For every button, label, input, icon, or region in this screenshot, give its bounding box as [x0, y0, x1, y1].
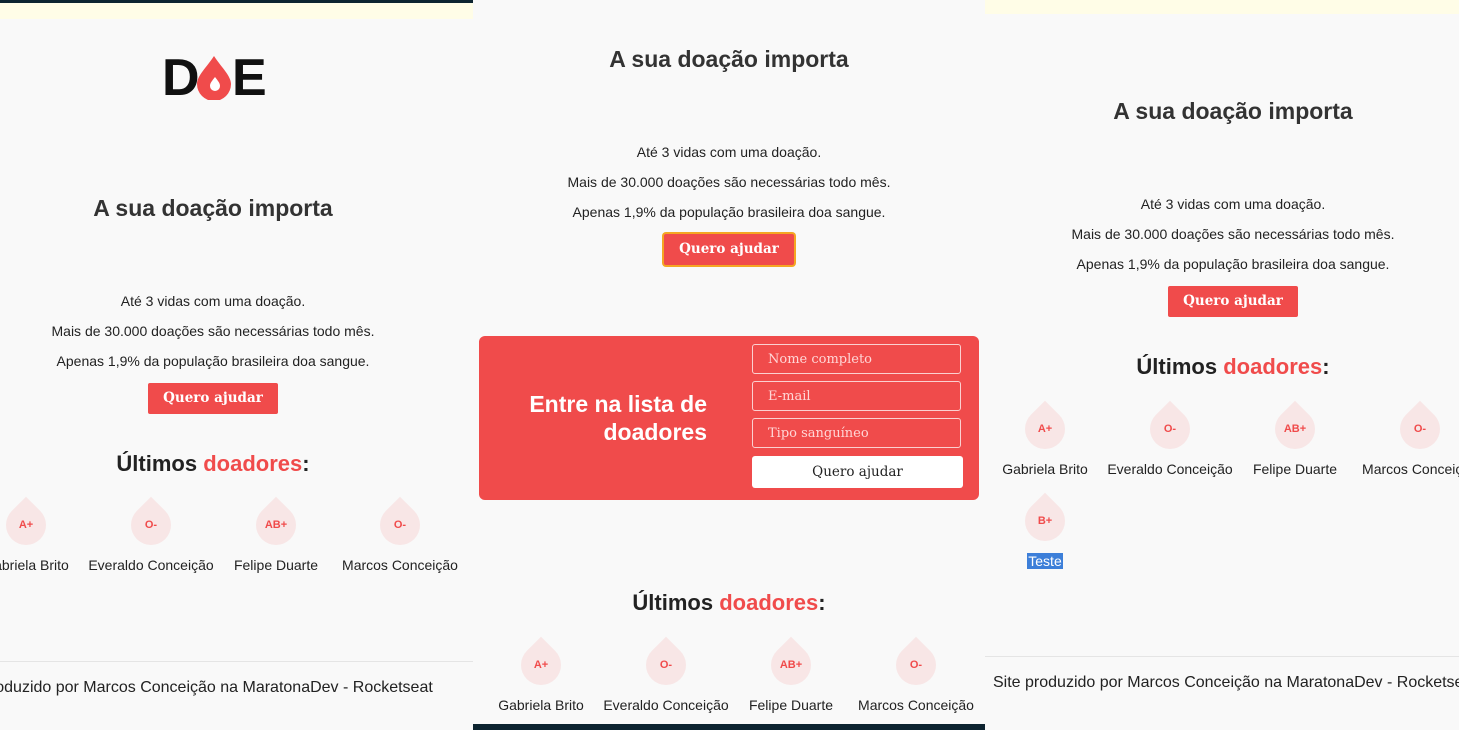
footer-text: Site produzido por Marcos Conceição na M…	[0, 679, 433, 696]
blood-drop-icon: O-	[1141, 400, 1199, 458]
donors-heading: Últimos doadores:	[116, 451, 310, 476]
top-strip	[985, 0, 1459, 14]
top-strip	[0, 3, 473, 19]
hero-line-3: Apenas 1,9% da população brasileira doa …	[1076, 256, 1390, 272]
bottom-bar	[473, 724, 985, 730]
hero-line-2: Mais de 30.000 doações são necessárias t…	[51, 323, 375, 339]
donor-card: O- Marcos Conceição	[851, 636, 981, 713]
blood-drop-icon: AB+	[762, 636, 820, 694]
selected-donor-name: Teste	[1027, 553, 1063, 569]
donor-name: Felipe Duarte	[1252, 461, 1338, 477]
svg-text:E: E	[232, 50, 267, 100]
donor-name: Felipe Duarte	[233, 557, 319, 573]
blood-drop-icon: B+	[1016, 492, 1074, 550]
hero-line-2: Mais de 30.000 doações são necessárias t…	[567, 174, 891, 190]
donors-heading: Últimos doadores:	[1136, 354, 1330, 379]
blood-drop-icon: A+	[0, 496, 55, 554]
donor-card: O- Everaldo Conceição	[601, 636, 731, 713]
donor-card: O- Everaldo Conceição	[86, 496, 216, 573]
screen-panel-middle: A sua doação importa Até 3 vidas com uma…	[473, 0, 985, 730]
donor-card: AB+ Felipe Duarte	[1230, 400, 1360, 477]
donor-card: O- Marcos Conceição	[335, 496, 465, 573]
hero-line-3: Apenas 1,9% da população brasileira doa …	[56, 353, 370, 369]
donor-card: A+ Gabriela Brito	[476, 636, 606, 713]
blood-drop-icon	[197, 56, 231, 101]
blood-drop-icon: O-	[122, 496, 180, 554]
blood-drop-icon: O-	[371, 496, 429, 554]
donor-name: Marcos Conceição	[858, 697, 974, 713]
donor-name: Felipe Duarte	[748, 697, 834, 713]
form-submit-button[interactable]: Quero ajudar	[752, 456, 963, 488]
donor-card: O- Marcos Conceição	[1355, 400, 1459, 477]
donor-name: Gabriela Brito	[0, 557, 69, 573]
hero-title: A sua doação importa	[1113, 98, 1353, 124]
donor-name: Gabriela Brito	[1002, 461, 1088, 477]
donor-name: Everaldo Conceição	[88, 557, 214, 573]
donor-name: Marcos Conceição	[1362, 461, 1459, 477]
hero-line-1: Até 3 vidas com uma doação.	[120, 293, 306, 309]
donor-card: O- Everaldo Conceição	[1105, 400, 1235, 477]
form-title: Entre na lista de doadores	[529, 391, 707, 445]
blood-drop-icon: A+	[1016, 400, 1074, 458]
donor-card: B+ Teste	[985, 492, 1110, 569]
hero-title: A sua doação importa	[93, 195, 333, 221]
donor-form: Entre na lista de doadores Quero ajudar	[479, 336, 979, 500]
blood-type-field[interactable]	[752, 418, 961, 448]
donor-name: Gabriela Brito	[498, 697, 584, 713]
donor-card: AB+ Felipe Duarte	[211, 496, 341, 573]
blood-drop-icon: A+	[512, 636, 570, 694]
donor-name: Everaldo Conceição	[603, 697, 729, 713]
donor-name: Everaldo Conceição	[1107, 461, 1233, 477]
cta-button[interactable]: Quero ajudar	[664, 234, 794, 265]
hero-line-1: Até 3 vidas com uma doação.	[1140, 196, 1326, 212]
cta-button[interactable]: Quero ajudar	[148, 383, 278, 414]
donors-heading: Últimos doadores:	[632, 590, 826, 615]
hero-line-1: Até 3 vidas com uma doação.	[636, 144, 822, 160]
blood-drop-icon: AB+	[247, 496, 305, 554]
blood-drop-icon: O-	[1391, 400, 1449, 458]
hero-line-2: Mais de 30.000 doações são necessárias t…	[1071, 226, 1395, 242]
screen-panel-right: A sua doação importa Até 3 vidas com uma…	[985, 0, 1459, 730]
logo-svg: D E	[162, 49, 267, 107]
hero-title: A sua doação importa	[609, 46, 849, 72]
blood-drop-icon: AB+	[1266, 400, 1324, 458]
blood-drop-icon: O-	[637, 636, 695, 694]
email-field[interactable]	[752, 381, 961, 411]
donor-name: Teste	[985, 553, 1110, 569]
blood-drop-icon: O-	[887, 636, 945, 694]
donor-card: A+ Gabriela Brito	[985, 400, 1110, 477]
logo: D E	[160, 49, 270, 107]
svg-text:D: D	[162, 50, 200, 100]
donor-card: A+ Gabriela Brito	[0, 496, 91, 573]
cta-button[interactable]: Quero ajudar	[1168, 286, 1298, 317]
donor-name: Marcos Conceição	[342, 557, 458, 573]
donor-card: AB+ Felipe Duarte	[726, 636, 856, 713]
name-field[interactable]	[752, 344, 961, 374]
hero-line-3: Apenas 1,9% da população brasileira doa …	[572, 204, 886, 220]
footer-text: Site produzido por Marcos Conceição na M…	[993, 674, 1459, 691]
footer: Site produzido por Marcos Conceição na M…	[0, 661, 473, 730]
footer: Site produzido por Marcos Conceição na M…	[985, 656, 1459, 730]
screen-panel-left: D E A sua doação importa Até 3 vidas com…	[0, 0, 473, 730]
